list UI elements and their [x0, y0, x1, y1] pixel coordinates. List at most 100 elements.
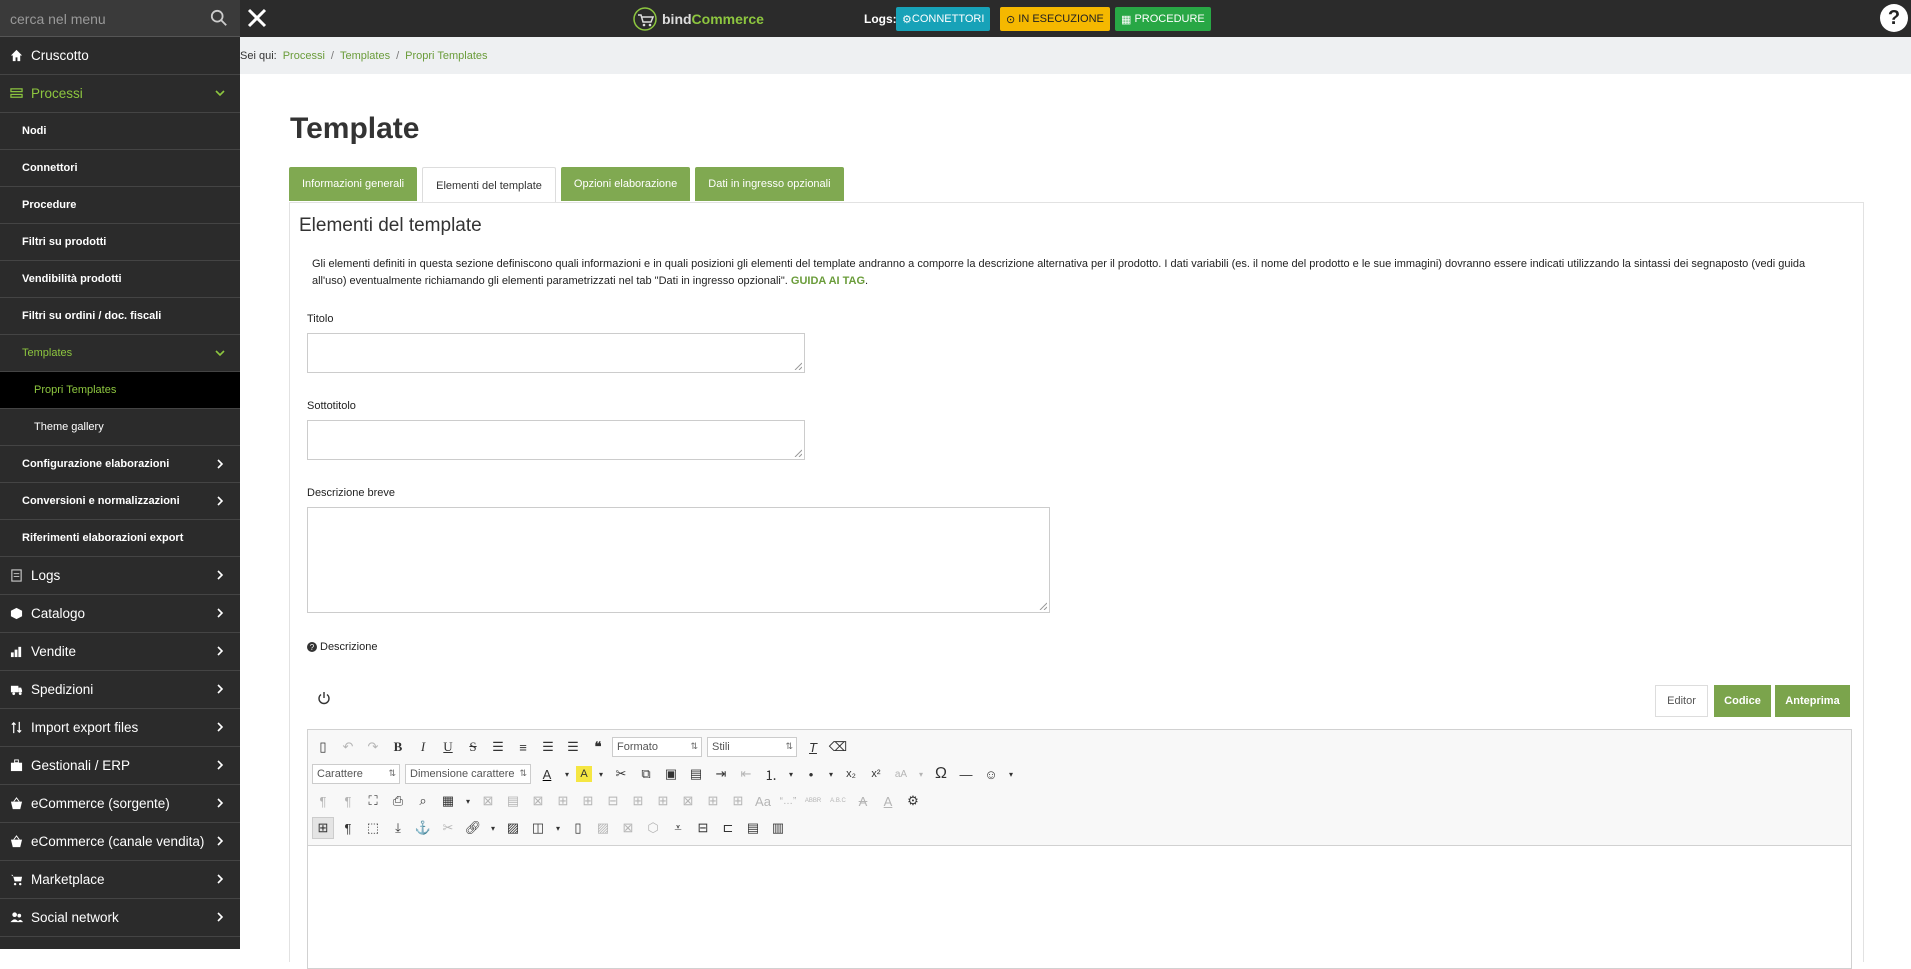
- sidebar-item-social[interactable]: Social network: [0, 899, 240, 937]
- outdent-icon[interactable]: ⇤: [735, 763, 757, 785]
- strikethrough-icon[interactable]: S: [462, 736, 484, 758]
- cut-icon[interactable]: ✂: [610, 763, 632, 785]
- sidebar-item-cruscotto[interactable]: Cruscotto: [0, 37, 240, 75]
- insert-date-icon[interactable]: ⊏: [717, 817, 739, 839]
- sidebar-item-procedure[interactable]: Procedure: [0, 187, 240, 224]
- clear-format-icon[interactable]: T: [802, 736, 824, 758]
- guida-tag-link[interactable]: GUIDA AI TAG: [791, 275, 865, 287]
- settings-icon[interactable]: ⚙: [902, 790, 924, 812]
- sidebar-item-filtri-prodotti[interactable]: Filtri su prodotti: [0, 224, 240, 261]
- caret-down-icon[interactable]: ▾: [462, 790, 474, 812]
- help-icon[interactable]: ?: [1880, 4, 1908, 32]
- indent-icon[interactable]: ⇥: [710, 763, 732, 785]
- table-cell-icon[interactable]: ⊠: [527, 790, 549, 812]
- col-before-icon[interactable]: ⊞: [627, 790, 649, 812]
- sidebar-item-gestionali[interactable]: Gestionali / ERP: [0, 747, 240, 785]
- sidebar-item-catalogo[interactable]: Catalogo: [0, 595, 240, 633]
- col-after-icon[interactable]: ⊞: [652, 790, 674, 812]
- underline-icon[interactable]: U: [437, 736, 459, 758]
- resize-grip-icon[interactable]: [794, 449, 802, 457]
- descrizione-breve-field[interactable]: [307, 507, 1050, 613]
- caret-down-icon[interactable]: ▾: [561, 763, 573, 785]
- row-before-icon[interactable]: ⊞: [552, 790, 574, 812]
- caret-down-icon[interactable]: ▾: [487, 817, 499, 839]
- table-icon[interactable]: ▦: [437, 790, 459, 812]
- emoji-icon[interactable]: ☺: [980, 763, 1002, 785]
- codice-button[interactable]: Codice: [1714, 685, 1771, 717]
- anchor-icon[interactable]: ⚓: [412, 817, 434, 839]
- sidebar-item-riferimenti[interactable]: Riferimenti elaborazioni export: [0, 520, 240, 557]
- carattere-select[interactable]: Carattere: [312, 764, 400, 784]
- procedure-button[interactable]: ▦ PROCEDURE: [1115, 7, 1211, 31]
- merge-cell-icon[interactable]: ⊞: [727, 790, 749, 812]
- sidebar-item-config-elaborazioni[interactable]: Configurazione elaborazioni: [0, 446, 240, 483]
- tab-dati-ingresso[interactable]: Dati in ingresso opzionali: [695, 167, 844, 201]
- image-edit-icon[interactable]: ▨: [592, 817, 614, 839]
- logo[interactable]: bindCommerce: [632, 7, 764, 31]
- sidebar-item-templates[interactable]: Templates: [0, 335, 240, 372]
- table-delete-icon[interactable]: ⊠: [477, 790, 499, 812]
- omega-icon[interactable]: Ω: [930, 763, 952, 785]
- sidebar-item-connettori[interactable]: Connettori: [0, 150, 240, 187]
- connettori-button[interactable]: ⚙ CONNETTORI: [896, 7, 991, 31]
- tab-opzioni-elaborazione[interactable]: Opzioni elaborazione: [560, 167, 691, 201]
- caret-down-icon[interactable]: ▾: [595, 763, 607, 785]
- caret-down-icon[interactable]: ▾: [785, 763, 797, 785]
- unlink-icon[interactable]: ✂: [437, 817, 459, 839]
- spellcheck-icon[interactable]: Aa: [752, 790, 774, 812]
- row-after-icon[interactable]: ⊞: [577, 790, 599, 812]
- select-all-icon[interactable]: ⬚: [362, 817, 384, 839]
- sidebar-item-processi[interactable]: Processi: [0, 75, 240, 113]
- sidebar-item-filtri-ordini[interactable]: Filtri su ordini / doc. fiscali: [0, 298, 240, 335]
- font-color-icon[interactable]: A: [536, 763, 558, 785]
- horizontal-rule-icon[interactable]: —: [955, 763, 977, 785]
- del-icon[interactable]: A: [852, 790, 874, 812]
- search-icon[interactable]: [210, 9, 228, 27]
- align-right-icon[interactable]: ☰: [562, 736, 584, 758]
- link-icon[interactable]: 🔗︎: [462, 817, 484, 839]
- new-document-icon[interactable]: ▯: [312, 736, 334, 758]
- sidebar-item-conversioni[interactable]: Conversioni e normalizzazioni: [0, 483, 240, 520]
- sidebar-item-ecommerce-vendita[interactable]: eCommerce (canale vendita): [0, 823, 240, 861]
- copy-icon[interactable]: ⧉: [635, 763, 657, 785]
- paste-text-icon[interactable]: ▤: [685, 763, 707, 785]
- eraser-icon[interactable]: ⌫: [827, 736, 849, 758]
- editor-content-area[interactable]: [308, 847, 1851, 968]
- question-circle-icon[interactable]: ?: [307, 642, 317, 652]
- sidebar-item-ecommerce-sorgente[interactable]: eCommerce (sorgente): [0, 785, 240, 823]
- nonbreaking-icon[interactable]: ⊟: [692, 817, 714, 839]
- dimensione-select[interactable]: Dimensione carattere: [405, 764, 531, 784]
- quote-icon[interactable]: “…”: [777, 790, 799, 812]
- 3d-object-icon[interactable]: ⬡: [642, 817, 664, 839]
- sottotitolo-field[interactable]: [307, 420, 805, 460]
- media-icon[interactable]: ◫: [527, 817, 549, 839]
- blockquote-icon[interactable]: ❝: [587, 736, 609, 758]
- caret-down-icon[interactable]: ▾: [915, 763, 927, 785]
- superscript-icon[interactable]: x²: [865, 763, 887, 785]
- align-left-icon[interactable]: ☰: [537, 736, 559, 758]
- close-icon[interactable]: [242, 3, 272, 33]
- formato-select[interactable]: Formato: [612, 737, 702, 757]
- titolo-field[interactable]: [307, 333, 805, 373]
- table-row-props-icon[interactable]: ▤: [502, 790, 524, 812]
- page-break-icon[interactable]: ⩡: [667, 817, 689, 839]
- acronym-icon[interactable]: A.B.C: [827, 790, 849, 812]
- sidebar-item-import-export[interactable]: Import export files: [0, 709, 240, 747]
- insert-file-icon[interactable]: ⤓: [387, 817, 409, 839]
- resize-grip-icon[interactable]: [1039, 602, 1047, 610]
- caret-down-icon[interactable]: ▾: [1005, 763, 1017, 785]
- menu-search-input[interactable]: [10, 9, 200, 29]
- paste-icon[interactable]: ▣: [660, 763, 682, 785]
- ltr-icon[interactable]: ¶: [312, 790, 334, 812]
- sidebar-item-nodi[interactable]: Nodi: [0, 113, 240, 150]
- split-cell-icon[interactable]: ⊞: [702, 790, 724, 812]
- sidebar-item-theme-gallery[interactable]: Theme gallery: [0, 409, 240, 446]
- sidebar-item-propri-templates[interactable]: Propri Templates: [0, 372, 240, 409]
- sidebar-item-logs[interactable]: Logs: [0, 557, 240, 595]
- bold-icon[interactable]: B: [387, 736, 409, 758]
- bullet-list-icon[interactable]: •: [800, 763, 822, 785]
- abbr-icon[interactable]: ABBR: [802, 790, 824, 812]
- search-replace-icon[interactable]: ⌕: [412, 790, 434, 812]
- image-icon[interactable]: ▨: [502, 817, 524, 839]
- font-size-icon[interactable]: aA: [890, 763, 912, 785]
